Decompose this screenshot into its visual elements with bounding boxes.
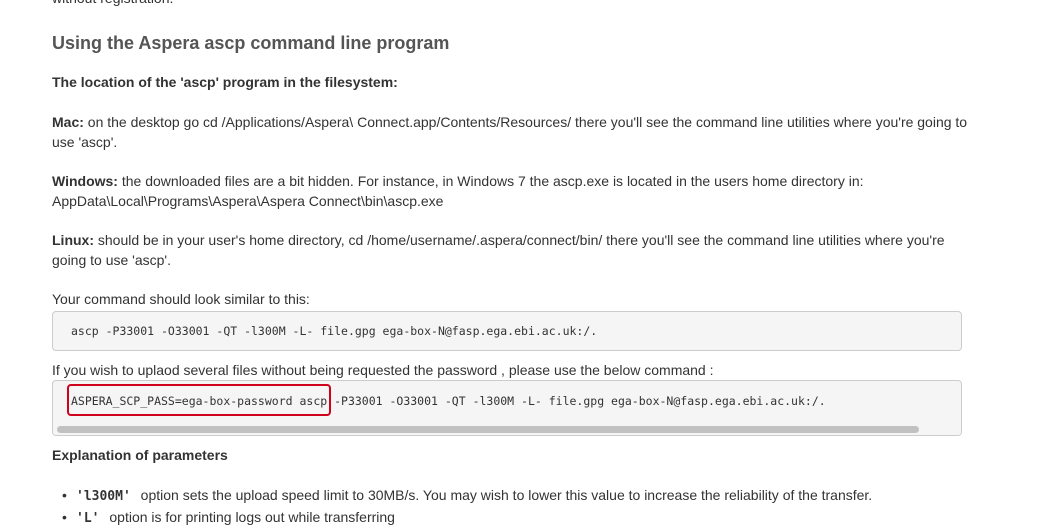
mac-label: Mac: [52, 114, 84, 130]
windows-text: the downloaded files are a bit hidden. F… [52, 173, 864, 209]
param-flag: 'l300M' [76, 489, 131, 504]
scrollbar-thumb[interactable] [57, 426, 919, 433]
params-list: 'l300M' option sets the upload speed lim… [62, 485, 873, 529]
password-highlight-box [67, 384, 331, 416]
list-item: 'L' option is for printing logs out whil… [62, 507, 872, 529]
command-intro: Your command should look similar to this… [52, 291, 310, 307]
mac-text: on the desktop go cd /Applications/Asper… [52, 114, 968, 150]
command2-intro: If you wish to uplaod several files with… [52, 362, 714, 378]
command2-code-block: ASPERA_SCP_PASS=ega-box-password ascp -P… [52, 380, 962, 436]
list-item: 'l300M' option sets the upload speed lim… [62, 485, 873, 507]
linux-text: should be in your user's home directory,… [52, 232, 945, 268]
linux-paragraph: Linux: should be in your user's home dir… [52, 230, 972, 270]
param-text: option sets the upload speed limit to 30… [136, 487, 873, 503]
mac-paragraph: Mac: on the desktop go cd /Applications/… [52, 112, 972, 152]
windows-paragraph: Windows: the downloaded files are a bit … [52, 171, 972, 211]
params-heading: Explanation of parameters [52, 447, 228, 463]
previous-paragraph-tail: without registration. [52, 0, 173, 8]
param-text: option is for printing logs out while tr… [105, 509, 395, 525]
section-title: Using the Aspera ascp command line progr… [52, 33, 450, 53]
linux-label: Linux: [52, 232, 94, 248]
horizontal-scrollbar[interactable] [53, 423, 961, 435]
windows-label: Windows: [52, 173, 118, 189]
command-code-block: ascp -P33001 -O33001 -QT -l300M -L- file… [52, 311, 962, 351]
param-flag: 'L' [76, 511, 100, 526]
location-heading: The location of the 'ascp' program in th… [52, 74, 398, 90]
